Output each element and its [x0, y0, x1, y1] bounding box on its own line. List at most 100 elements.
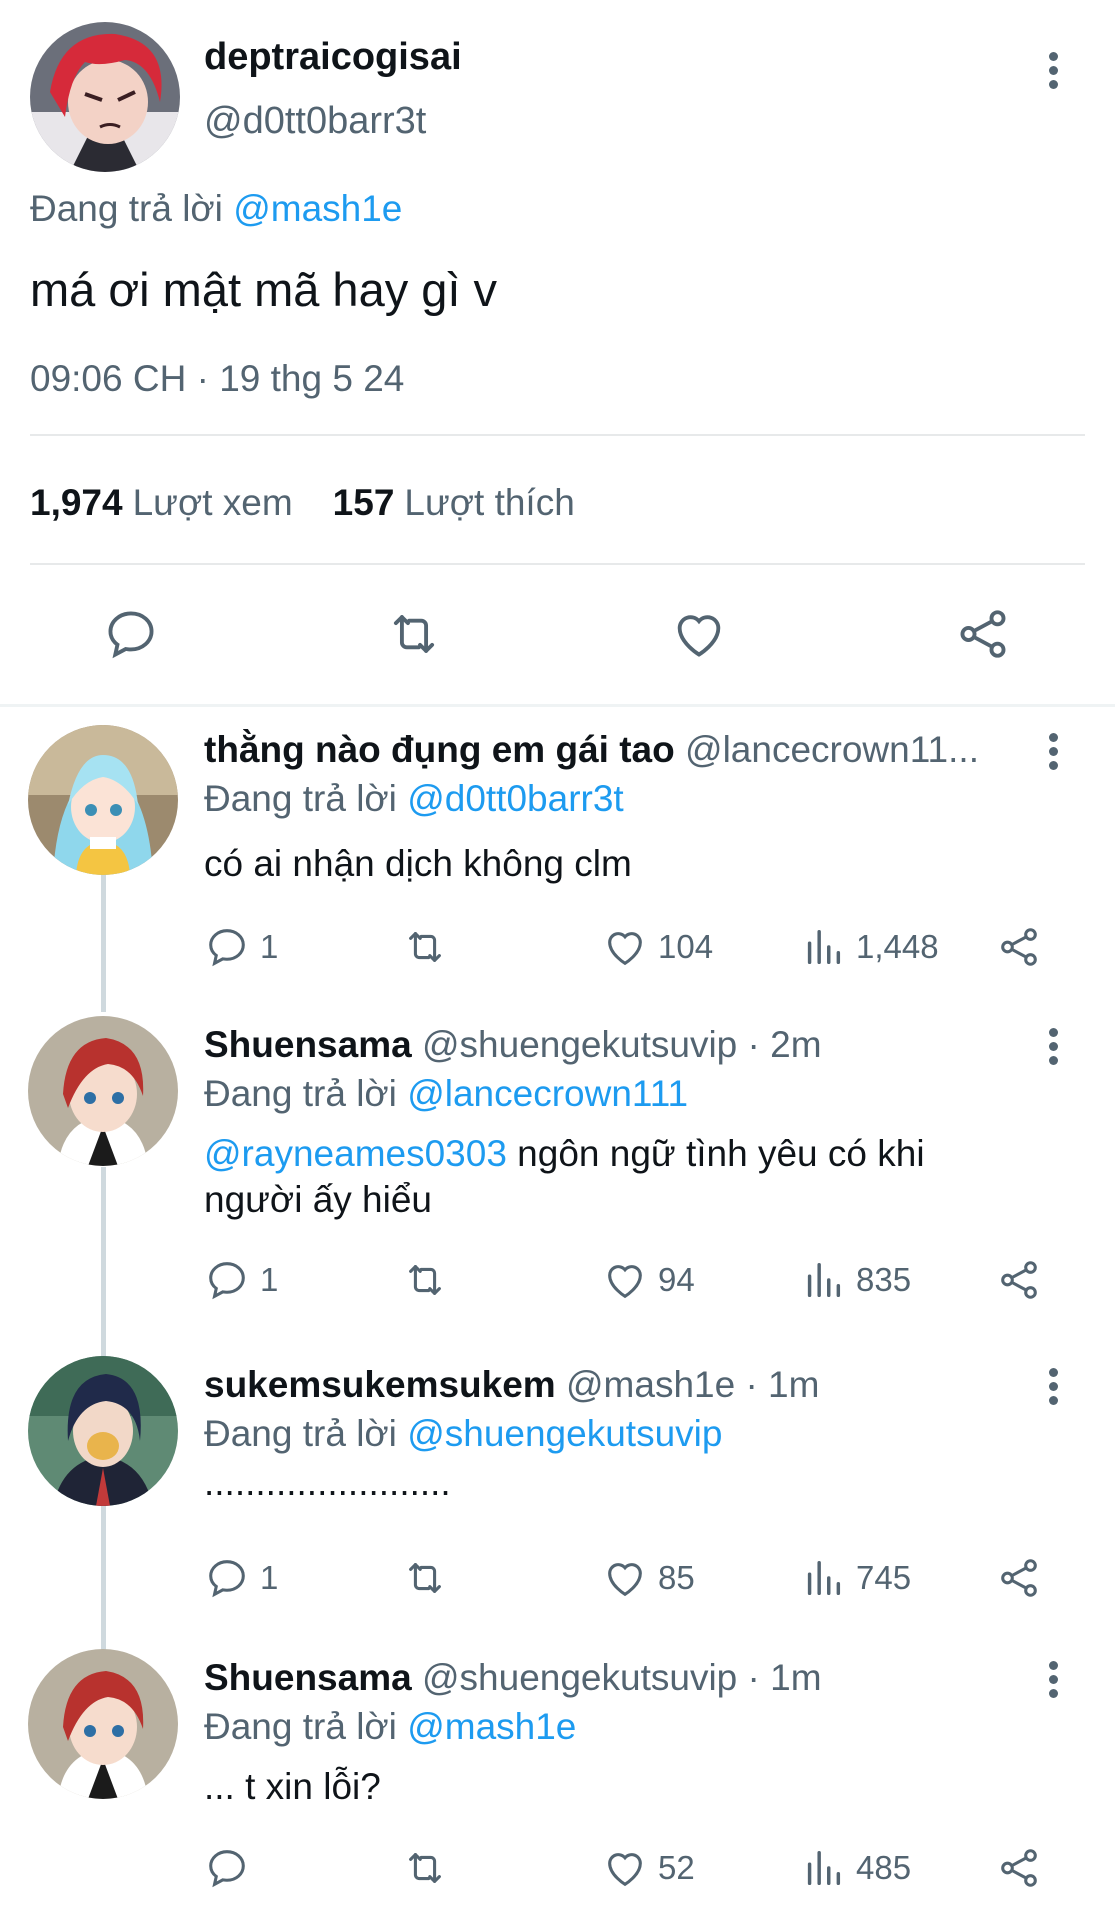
views-icon: [807, 1850, 841, 1886]
reply-header: thằng nào đụng em gái tao @lancecrown11.…: [204, 729, 1034, 771]
reply-count: 1: [260, 1261, 279, 1298]
tweet-timestamp[interactable]: 09:06 CH · 19 thg 5 24: [30, 358, 404, 400]
more-vertical-icon[interactable]: [1043, 1661, 1063, 1707]
like-count: 85: [658, 1559, 695, 1596]
reply-button[interactable]: 1: [204, 1553, 278, 1603]
replying-to-link[interactable]: @mash1e: [407, 1706, 576, 1747]
views-button[interactable]: 485: [800, 1843, 911, 1893]
more-vertical-icon[interactable]: [1043, 52, 1063, 98]
view-count: 835: [856, 1261, 912, 1298]
share-button[interactable]: [996, 922, 1052, 972]
more-vertical-icon[interactable]: [1043, 1028, 1063, 1074]
author-display-name[interactable]: deptraicogisai: [204, 36, 462, 79]
like-button[interactable]: 104: [602, 922, 713, 972]
reply-count: 1: [260, 1559, 279, 1596]
heart-icon[interactable]: [670, 605, 728, 663]
like-button[interactable]: 85: [602, 1553, 695, 1603]
more-vertical-icon[interactable]: [1043, 733, 1063, 779]
reply-display-name[interactable]: thằng nào đụng em gái tao: [204, 729, 675, 770]
like-count: 94: [658, 1261, 695, 1298]
retweet-icon: [409, 1265, 441, 1295]
reply-actions: 1 104 1,448: [0, 922, 1115, 972]
reply-display-name[interactable]: sukemsukemsukem: [204, 1364, 556, 1405]
reply-tweet[interactable]: Shuensama @shuengekutsuvip · 1m Đang trả…: [0, 1633, 1115, 1920]
reply-actions: 1 85 745: [0, 1553, 1115, 1603]
reply-icon: [209, 929, 245, 967]
reply-tweet[interactable]: thằng nào đụng em gái tao @lancecrown11.…: [0, 705, 1115, 1005]
replying-prefix: Đang trả lời: [204, 778, 397, 819]
replying-prefix: Đang trả lời: [204, 1413, 397, 1454]
retweet-button[interactable]: [402, 922, 458, 972]
reply-text: ........................: [204, 1462, 451, 1503]
reply-display-name[interactable]: Shuensama: [204, 1024, 412, 1065]
reply-button[interactable]: 1: [204, 922, 278, 972]
replying-to: Đang trả lời @shuengekutsuvip: [204, 1413, 722, 1455]
reply-count: 1: [260, 928, 279, 965]
reply-handle[interactable]: @lancecrown11...: [685, 729, 979, 770]
avatar[interactable]: [28, 1649, 178, 1799]
reply-icon: [209, 1850, 245, 1888]
likes-label[interactable]: Lượt thích: [404, 482, 574, 523]
share-icon: [1001, 928, 1037, 966]
reply-button[interactable]: 1: [204, 1255, 278, 1305]
reply-button[interactable]: [204, 1843, 260, 1893]
author-handle[interactable]: @d0tt0barr3t: [204, 100, 426, 143]
replying-to-link[interactable]: @d0tt0barr3t: [407, 778, 624, 819]
replying-to-link[interactable]: @lancecrown111: [407, 1073, 688, 1114]
share-icon[interactable]: [954, 605, 1012, 663]
replying-to: Đang trả lời @mash1e: [30, 188, 402, 230]
likes-count[interactable]: 157: [333, 482, 395, 523]
reply-text: @rayneames0303 ngôn ngữ tình yêu có khi …: [204, 1131, 1024, 1223]
reply-text: ... t xin lỗi?: [204, 1766, 381, 1807]
share-icon: [1001, 1261, 1037, 1299]
reply-header: Shuensama @shuengekutsuvip · 1m: [204, 1657, 1034, 1699]
replying-to: Đang trả lời @lancecrown111: [204, 1073, 688, 1115]
heart-icon: [608, 1563, 642, 1597]
replying-prefix: Đang trả lời: [204, 1073, 397, 1114]
share-button[interactable]: [996, 1553, 1052, 1603]
retweet-icon: [409, 1563, 441, 1593]
share-button[interactable]: [996, 1255, 1052, 1305]
like-button[interactable]: 94: [602, 1255, 695, 1305]
retweet-icon[interactable]: [385, 605, 443, 663]
tweet-stats: 1,974 Lượt xem 157 Lượt thích: [30, 482, 575, 524]
reply-text: có ai nhận dịch không clm: [204, 843, 632, 884]
like-button[interactable]: 52: [602, 1843, 695, 1893]
reply-header: Shuensama @shuengekutsuvip · 2m: [204, 1024, 1034, 1066]
divider: [30, 434, 1085, 436]
reply-handle[interactable]: @shuengekutsuvip · 2m: [422, 1024, 822, 1065]
reply-mention-link[interactable]: @rayneames0303: [204, 1133, 507, 1174]
retweet-button[interactable]: [402, 1553, 458, 1603]
views-count[interactable]: 1,974: [30, 482, 123, 523]
reply-icon[interactable]: [102, 605, 160, 663]
main-tweet: deptraicogisai @d0tt0barr3t Đang trả lời…: [0, 0, 1115, 705]
share-icon: [1001, 1559, 1037, 1597]
reply-tweet[interactable]: Shuensama @shuengekutsuvip · 2m Đang trả…: [0, 1000, 1115, 1340]
share-button[interactable]: [996, 1843, 1052, 1893]
divider: [30, 563, 1085, 565]
view-count: 745: [856, 1559, 912, 1596]
views-label: Lượt xem: [132, 482, 293, 523]
reply-handle[interactable]: @mash1e · 1m: [566, 1364, 819, 1405]
replying-to-link[interactable]: @mash1e: [233, 188, 402, 229]
heart-icon: [608, 1265, 642, 1299]
avatar[interactable]: [28, 1016, 178, 1166]
replying-to-link[interactable]: @shuengekutsuvip: [407, 1413, 722, 1454]
views-button[interactable]: 745: [800, 1553, 911, 1603]
avatar[interactable]: [30, 22, 180, 172]
reply-tweet[interactable]: sukemsukemsukem @mash1e · 1m Đang trả lờ…: [0, 1340, 1115, 1635]
retweet-button[interactable]: [402, 1843, 458, 1893]
views-button[interactable]: 835: [800, 1255, 911, 1305]
avatar[interactable]: [28, 1356, 178, 1506]
heart-icon: [608, 932, 642, 966]
reply-icon: [209, 1560, 245, 1598]
retweet-button[interactable]: [402, 1255, 458, 1305]
reply-display-name[interactable]: Shuensama: [204, 1657, 412, 1698]
views-button[interactable]: 1,448: [800, 922, 939, 972]
reply-actions: 52 485: [0, 1843, 1115, 1893]
views-icon: [807, 1560, 841, 1596]
reply-handle[interactable]: @shuengekutsuvip · 1m: [422, 1657, 822, 1698]
more-vertical-icon[interactable]: [1043, 1368, 1063, 1414]
avatar[interactable]: [28, 725, 178, 875]
tweet-text: má ơi mật mã hay gì v: [30, 263, 498, 316]
